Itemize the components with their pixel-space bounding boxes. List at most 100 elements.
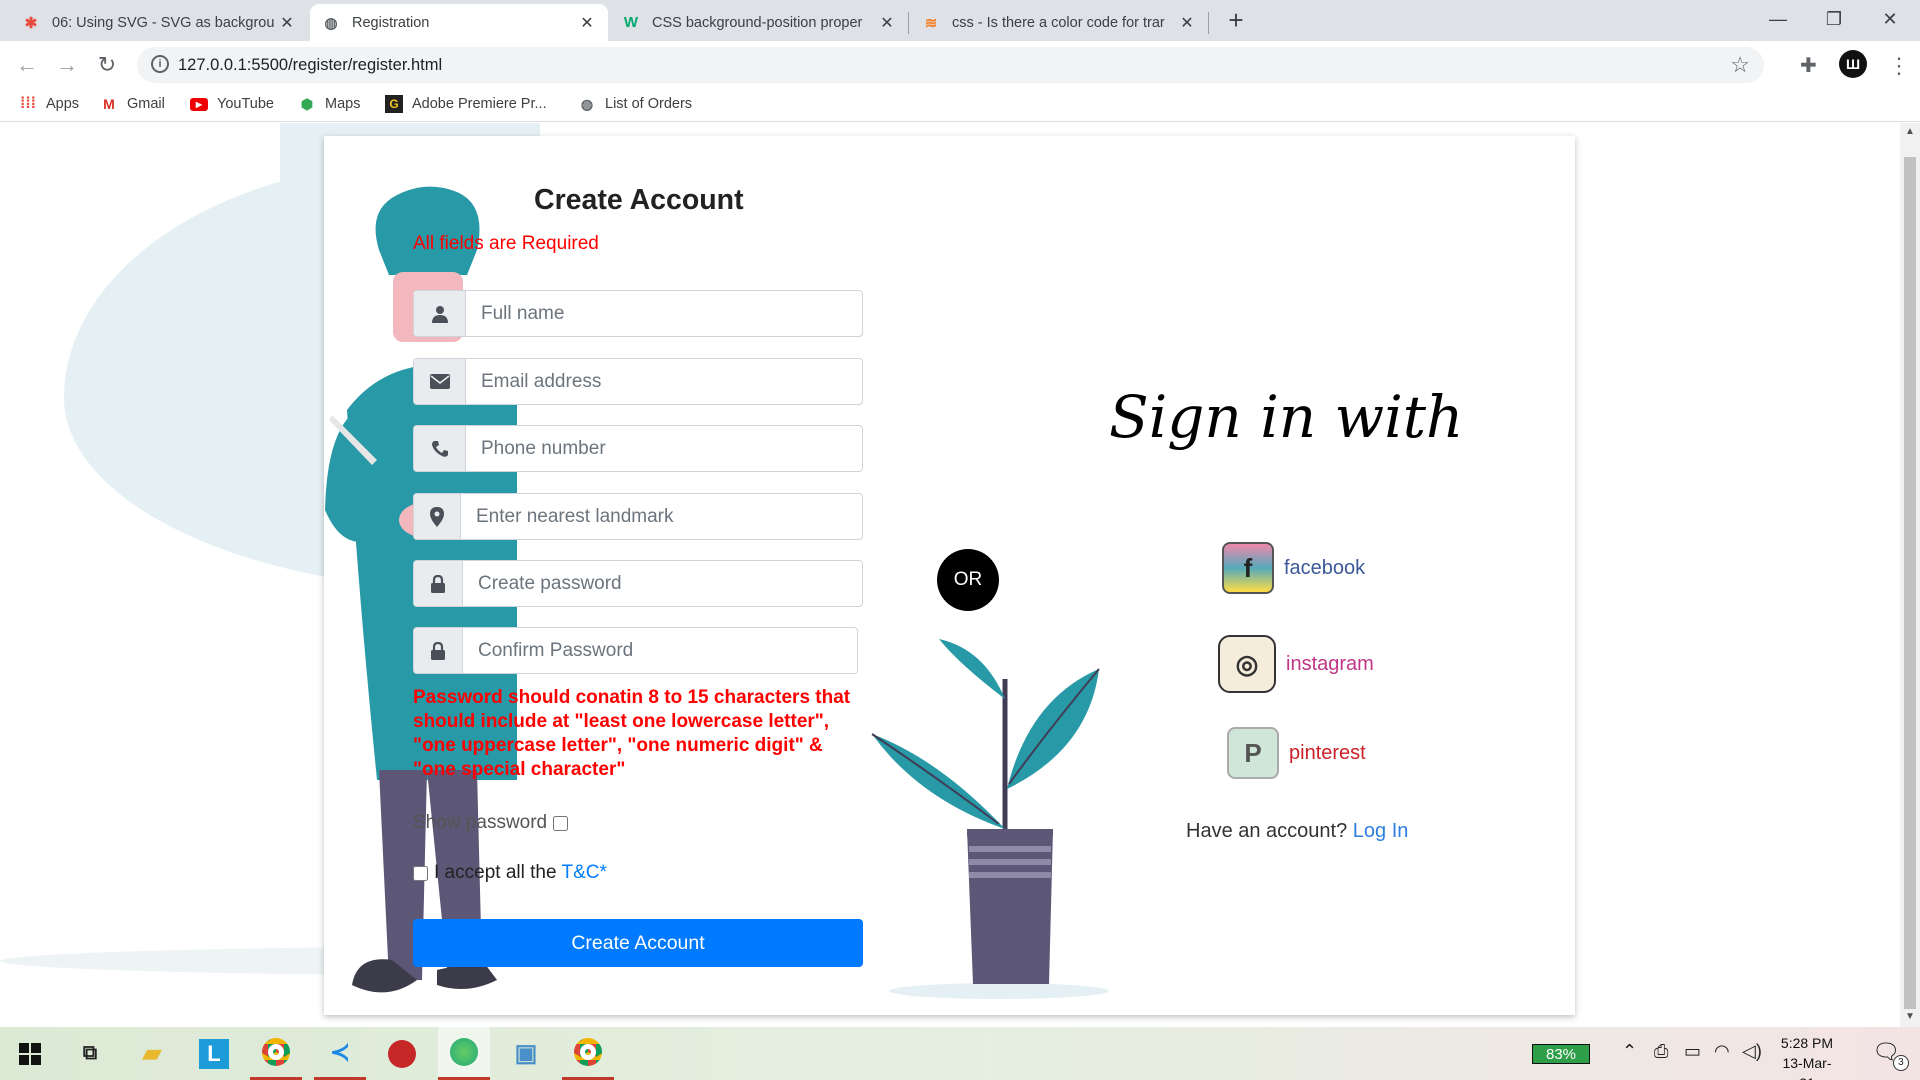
- close-tab-icon[interactable]: ✕: [578, 13, 596, 33]
- password-rule-message: Password should conatin 8 to 15 characte…: [413, 687, 851, 780]
- page-viewport: Create Account All fields are Required F…: [0, 123, 1900, 1027]
- show-password-toggle[interactable]: Show password: [413, 812, 569, 834]
- app-globe-icon[interactable]: [438, 1027, 490, 1080]
- create-account-button[interactable]: Create Account: [413, 919, 863, 967]
- globe-icon: ◍: [580, 95, 594, 112]
- clock-date: 13-Mar-21: [1782, 1055, 1832, 1080]
- stackoverflow-icon: ≋: [924, 14, 938, 32]
- bookmark-gmail[interactable]: M Gmail: [100, 95, 165, 113]
- bookmark-star-icon[interactable]: ☆: [1730, 52, 1750, 78]
- file-explorer-icon[interactable]: ▰: [126, 1027, 178, 1080]
- bookmark-maps[interactable]: ⬢ Maps: [298, 95, 361, 113]
- close-tab-icon[interactable]: ✕: [878, 13, 896, 33]
- taskbar-clock[interactable]: 5:28 PM 13-Mar-21: [1776, 1033, 1838, 1080]
- tab-svg-background[interactable]: ✱ 06: Using SVG - SVG as backgrou ✕: [10, 4, 308, 41]
- email-input[interactable]: [466, 359, 862, 404]
- wifi-icon[interactable]: ◠: [1714, 1041, 1730, 1062]
- minimize-icon[interactable]: —: [1750, 0, 1806, 41]
- app-window-icon[interactable]: ▣: [500, 1027, 552, 1080]
- battery-icon[interactable]: ▭: [1684, 1041, 1701, 1062]
- show-password-checkbox[interactable]: [553, 815, 569, 831]
- back-arrow-icon[interactable]: ←: [13, 51, 41, 79]
- windows-start-icon[interactable]: [4, 1027, 56, 1080]
- chrome-icon[interactable]: [250, 1027, 302, 1080]
- fullname-input[interactable]: [466, 291, 862, 336]
- reload-icon[interactable]: ↻: [93, 51, 121, 79]
- sign-in-with-heading: Sign in with: [1109, 383, 1464, 451]
- scroll-up-icon[interactable]: ▲: [1905, 126, 1915, 137]
- meet-icon[interactable]: ⎙: [1654, 1041, 1668, 1062]
- extensions-puzzle-icon[interactable]: ✚: [1800, 53, 1817, 78]
- chrome-icon[interactable]: [562, 1027, 614, 1080]
- or-divider-badge: OR: [937, 549, 999, 611]
- adobe-premiere-icon: G: [385, 95, 403, 113]
- tab-separator: [908, 12, 909, 34]
- terms-row[interactable]: I accept all the T&C*: [413, 862, 607, 884]
- scroll-thumb[interactable]: [1904, 157, 1916, 1009]
- bookmarks-bar: ⁞⁞⁞ Apps M Gmail ▶ YouTube ⬢ Maps G Adob…: [0, 88, 1920, 122]
- user-icon: [414, 291, 466, 336]
- forward-arrow-icon[interactable]: →: [53, 51, 81, 79]
- battery-indicator[interactable]: 83%: [1532, 1044, 1590, 1064]
- tab-separator: [1208, 12, 1209, 34]
- volume-icon[interactable]: ◁): [1742, 1041, 1762, 1062]
- tab-title: 06: Using SVG - SVG as backgrou: [52, 14, 275, 31]
- tab-title: Registration: [352, 14, 430, 31]
- windows-taskbar: ⧉ ▰ L ≺ ▣ 83% ⌃ ⎙ ▭ ◠ ◁) 5:28 PM 13-Mar-…: [0, 1027, 1920, 1080]
- map-marker-icon: [414, 494, 461, 539]
- pinterest-login[interactable]: P pinterest: [1227, 727, 1366, 779]
- tab-stackoverflow[interactable]: ≋ css - Is there a color code for trar ✕: [910, 4, 1208, 41]
- close-window-icon[interactable]: ✕: [1862, 0, 1918, 41]
- page-scrollbar[interactable]: ▲ ▼: [1900, 123, 1920, 1027]
- pinterest-link[interactable]: pinterest: [1289, 742, 1366, 765]
- bookmark-list-of-orders[interactable]: ◍ List of Orders: [578, 95, 692, 113]
- scroll-down-icon[interactable]: ▼: [1905, 1011, 1915, 1022]
- have-account-text: Have an account?: [1186, 820, 1348, 842]
- maps-icon: ⬢: [300, 95, 314, 112]
- tab-css-background-position[interactable]: W CSS background-position proper ✕: [610, 4, 908, 41]
- bookmark-label: Adobe Premiere Pr...: [412, 96, 547, 112]
- vscode-icon[interactable]: ≺: [314, 1027, 366, 1080]
- instagram-icon: ◎: [1218, 635, 1276, 693]
- url-text[interactable]: 127.0.0.1:5500/register/register.html: [178, 56, 442, 75]
- app-l-icon[interactable]: L: [188, 1027, 240, 1080]
- facebook-link[interactable]: facebook: [1284, 557, 1365, 580]
- new-tab-button[interactable]: +: [1222, 6, 1250, 34]
- register-card: Create Account All fields are Required F…: [324, 136, 1575, 1015]
- profile-avatar[interactable]: Ш: [1839, 50, 1867, 78]
- app-red-icon[interactable]: [376, 1027, 428, 1080]
- facebook-icon: f: [1222, 542, 1274, 594]
- confirm-password-field: [413, 627, 858, 674]
- task-view-icon[interactable]: ⧉: [64, 1027, 116, 1080]
- tab-title: CSS background-position proper: [652, 14, 863, 31]
- confirm-password-input[interactable]: [463, 628, 857, 673]
- notifications-icon[interactable]: 🗨 3: [1872, 1039, 1909, 1071]
- facebook-login[interactable]: f facebook: [1222, 542, 1365, 594]
- address-bar[interactable]: i 127.0.0.1:5500/register/register.html …: [137, 47, 1764, 83]
- login-link[interactable]: Log In: [1353, 820, 1409, 842]
- bookmark-label: YouTube: [217, 96, 274, 112]
- instagram-link[interactable]: instagram: [1286, 653, 1374, 676]
- tab-registration[interactable]: ◍ Registration ✕: [310, 4, 608, 41]
- terms-link[interactable]: T&C*: [562, 862, 607, 884]
- lock-icon: [414, 561, 463, 606]
- have-account-row: Have an account? Log In: [1186, 820, 1408, 843]
- chevron-up-icon[interactable]: ⌃: [1622, 1041, 1637, 1062]
- close-tab-icon[interactable]: ✕: [1178, 13, 1196, 33]
- phone-input[interactable]: [466, 426, 862, 471]
- close-tab-icon[interactable]: ✕: [278, 13, 296, 33]
- envelope-icon: [414, 359, 466, 404]
- bookmark-youtube[interactable]: ▶ YouTube: [190, 95, 274, 113]
- plant-illustration: [871, 639, 1109, 999]
- bookmark-adobe-premiere[interactable]: G Adobe Premiere Pr...: [385, 95, 547, 113]
- browser-menu-icon[interactable]: ⋮: [1888, 53, 1910, 79]
- instagram-login[interactable]: ◎ instagram: [1218, 635, 1374, 693]
- required-note: All fields are Required: [413, 233, 599, 254]
- landmark-input[interactable]: [461, 494, 862, 539]
- create-password-input[interactable]: [463, 561, 862, 606]
- youtube-icon: ▶: [190, 95, 208, 113]
- accept-terms-checkbox[interactable]: [413, 865, 428, 881]
- site-info-icon[interactable]: i: [151, 55, 169, 73]
- bookmark-apps[interactable]: ⁞⁞⁞ Apps: [19, 95, 79, 113]
- restore-icon[interactable]: ❐: [1806, 0, 1862, 41]
